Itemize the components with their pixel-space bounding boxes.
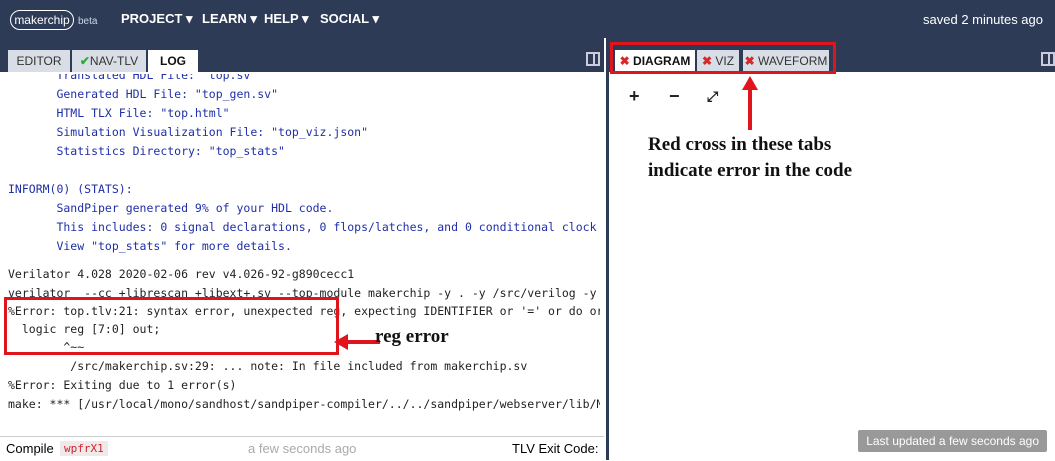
log-line: make: *** [/usr/local/mono/sandhost/sand… — [8, 397, 600, 411]
check-icon: ✔ — [79, 54, 90, 68]
left-panel: EDITOR ✔NAV-TLV LOG Translated HDL File:… — [0, 38, 604, 460]
logo-beta-label: beta — [78, 16, 98, 27]
makerchip-logo[interactable]: makerchip beta — [10, 10, 104, 30]
menu-project[interactable]: PROJECT ▾ — [121, 11, 193, 27]
reg-error-highlight-box — [4, 297, 339, 355]
log-line: View "top_stats" for more details. — [8, 239, 292, 253]
log-line: INFORM(0) (STATS): — [8, 182, 133, 196]
compile-id-badge[interactable]: wpfrX1 — [60, 441, 108, 456]
tab-nav-tlv[interactable]: ✔NAV-TLV — [72, 50, 146, 72]
compile-time: a few seconds ago — [248, 441, 357, 456]
reg-error-annotation: reg error — [375, 326, 449, 347]
top-navbar: makerchip beta PROJECT ▾ LEARN ▾ HELP ▾ … — [0, 0, 1055, 38]
log-line: Translated HDL File: "top.sv" — [8, 74, 258, 82]
fit-view-icon[interactable]: ⤢ — [707, 88, 718, 105]
compile-label: Compile — [6, 441, 54, 456]
tab-editor-label: EDITOR — [16, 54, 62, 68]
tlv-exit-code: TLV Exit Code: — [512, 441, 599, 456]
logo-text: makerchip — [10, 10, 74, 30]
log-line: Verilator 4.028 2020-02-06 rev v4.026-92… — [8, 267, 355, 281]
log-output: Translated HDL File: "top.sv" Generated … — [8, 74, 600, 414]
log-line: %Error: Exiting due to 1 error(s) — [8, 378, 237, 392]
log-line: Statistics Directory: "top_stats" — [8, 144, 285, 158]
error-tabs-annotation-line2: indicate error in the code — [648, 160, 853, 181]
left-tab-bar: EDITOR ✔NAV-TLV LOG — [0, 38, 604, 72]
log-line: HTML TLX File: "top.html" — [8, 106, 230, 120]
menu-social[interactable]: SOCIAL ▾ — [320, 11, 379, 27]
tab-log-label: LOG — [160, 54, 186, 68]
error-tabs-highlight-box — [610, 42, 836, 74]
log-line: /src/makerchip.sv:29: ... note: In file … — [8, 359, 528, 373]
menu-help[interactable]: HELP ▾ — [264, 11, 309, 27]
expand-panel-icon[interactable] — [1041, 52, 1055, 66]
log-line: Simulation Visualization File: "top_viz.… — [8, 125, 369, 139]
error-tabs-annotation-line1: Red cross in these tabs — [648, 134, 832, 155]
expand-panel-icon[interactable] — [586, 52, 600, 66]
tab-editor[interactable]: EDITOR — [8, 50, 70, 72]
error-tabs-arrow — [742, 76, 758, 130]
last-updated-badge: Last updated a few seconds ago — [858, 430, 1047, 452]
compile-status-bar: Compile wpfrX1 a few seconds ago TLV Exi… — [0, 436, 604, 461]
tab-nav-tlv-label: NAV-TLV — [89, 54, 139, 68]
saved-status: saved 2 minutes ago — [923, 12, 1043, 27]
log-line: SandPiper generated 9% of your HDL code. — [8, 201, 334, 215]
zoom-out-icon[interactable]: − — [669, 86, 680, 107]
log-line: This includes: 0 signal declarations, 0 … — [8, 220, 600, 234]
log-line: Generated HDL File: "top_gen.sv" — [8, 87, 279, 101]
tab-log[interactable]: LOG — [148, 50, 198, 72]
menu-learn[interactable]: LEARN ▾ — [202, 11, 257, 27]
zoom-in-icon[interactable]: + — [629, 86, 640, 107]
right-panel: ✖ DIAGRAM ✖ VIZ ✖ WAVEFORM + − ⤢ Last up… — [606, 38, 1055, 460]
